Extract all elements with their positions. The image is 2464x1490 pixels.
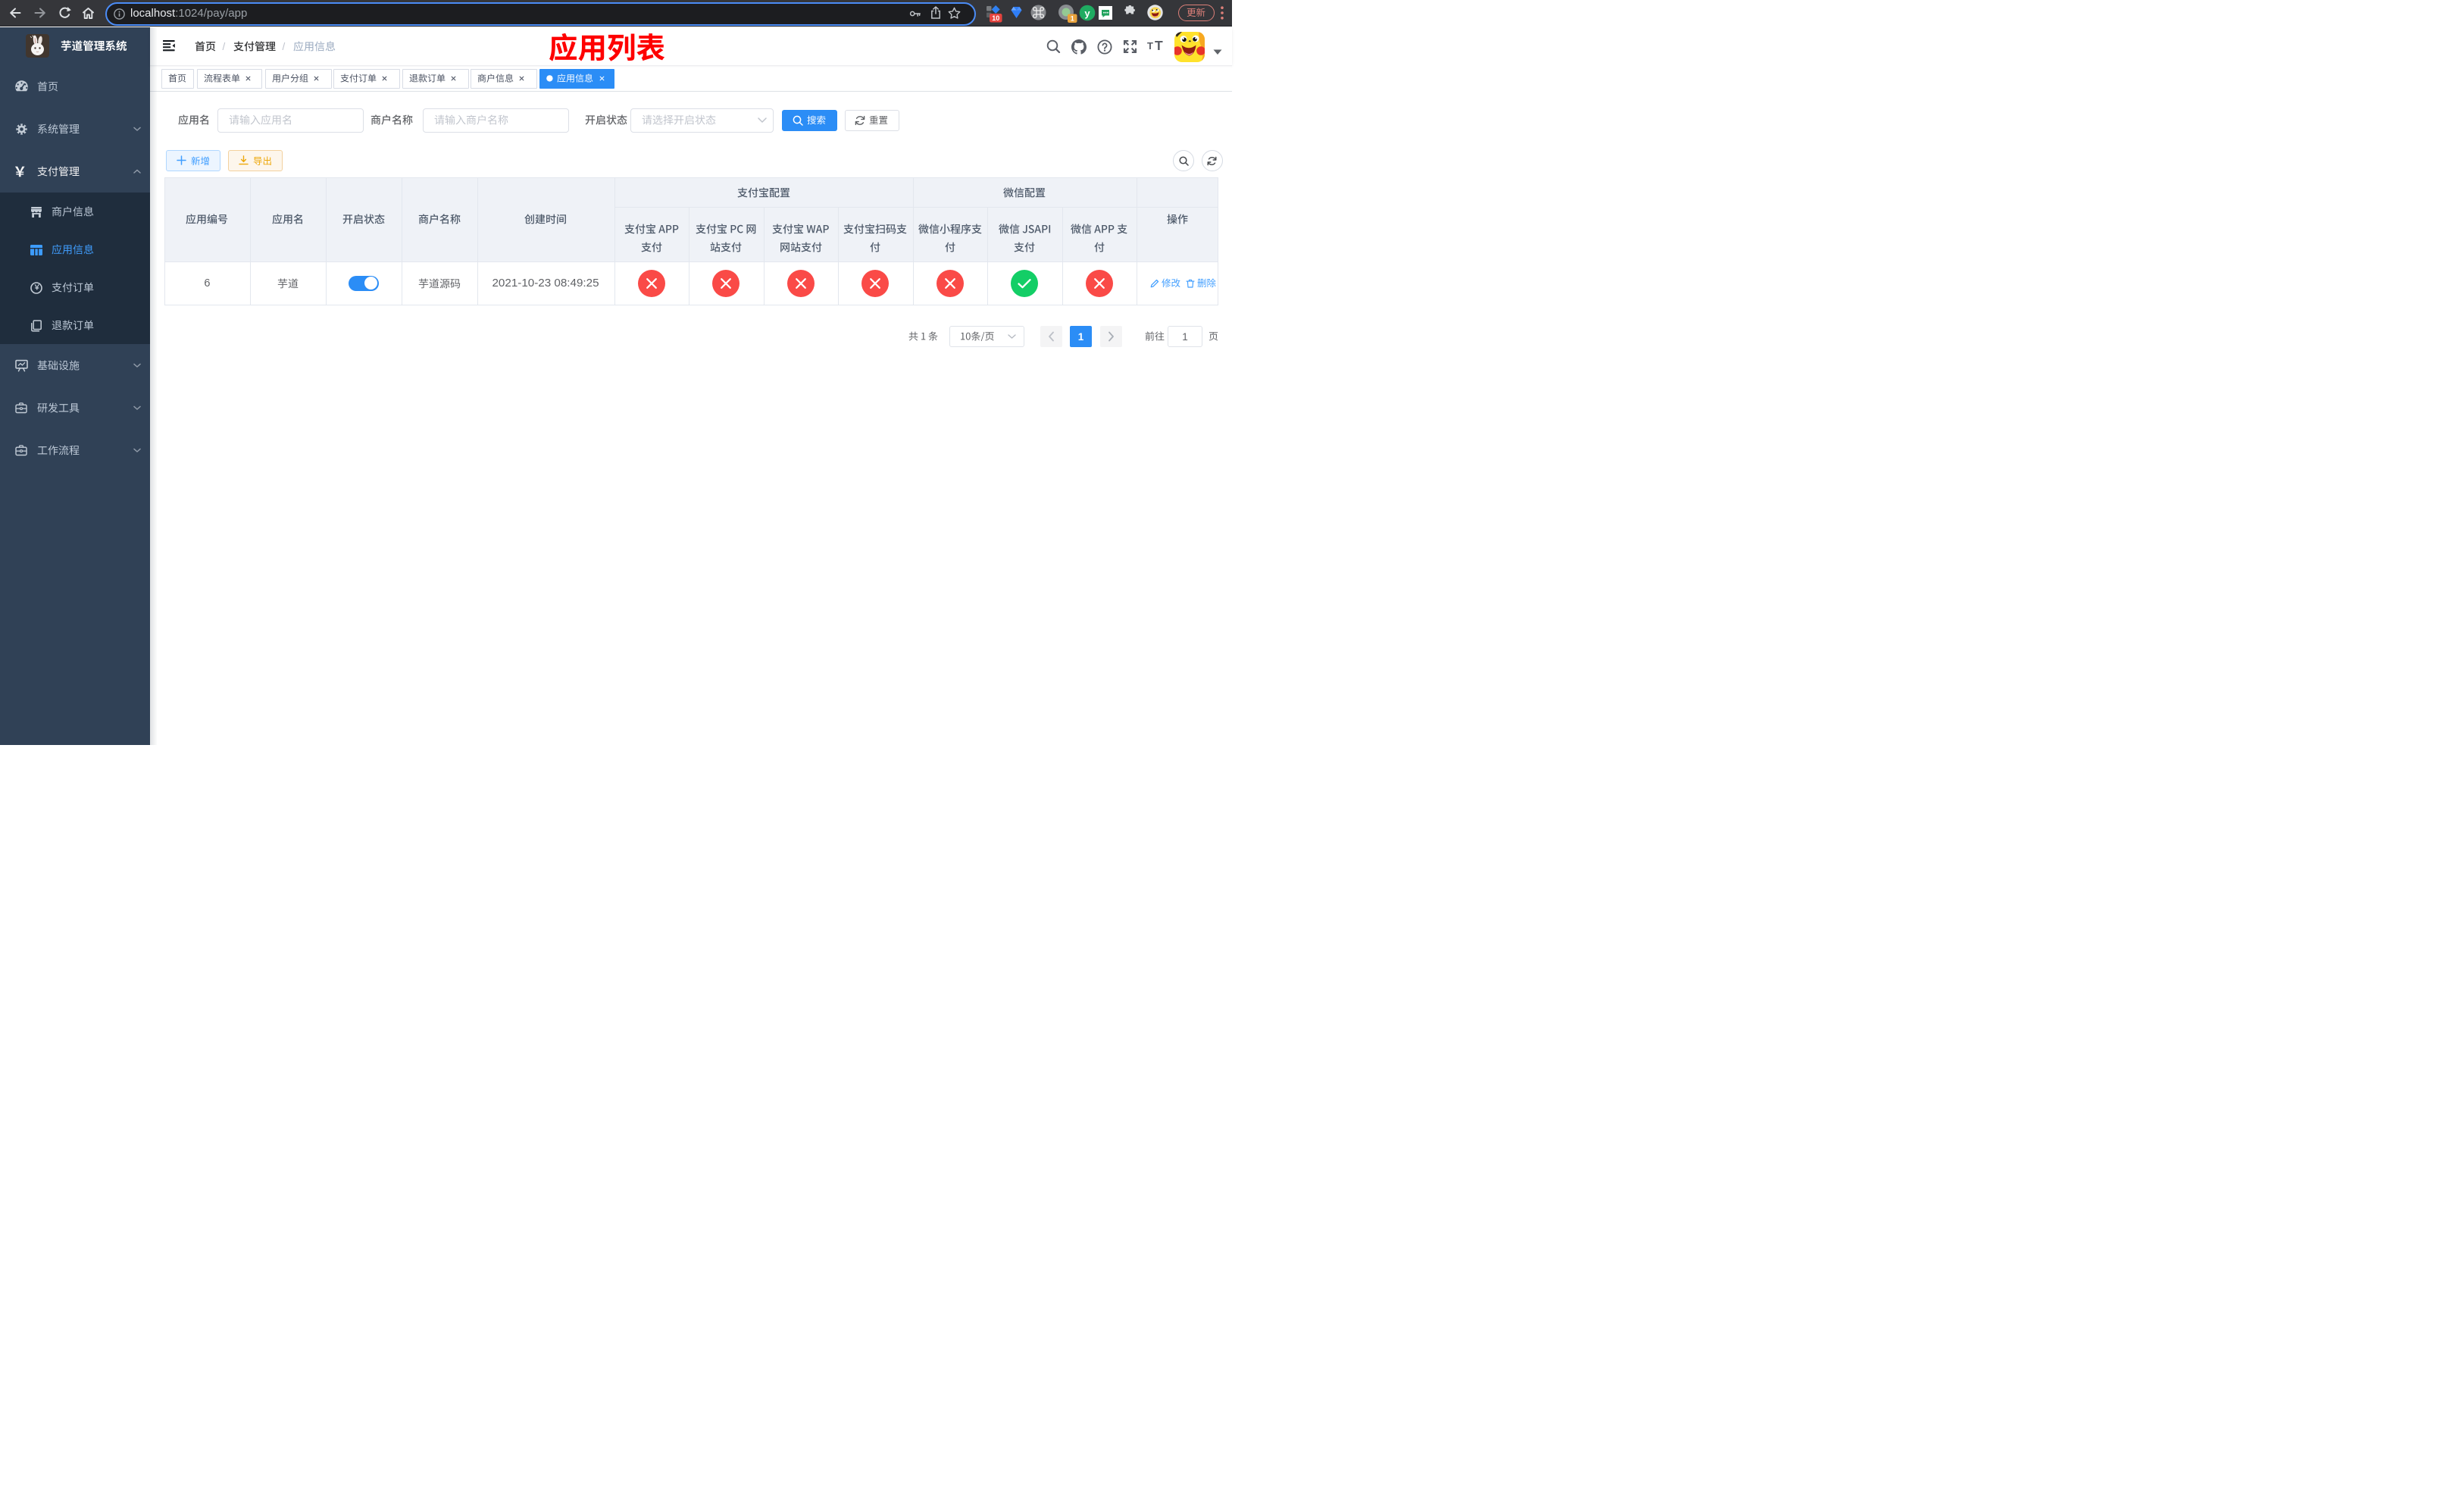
svg-text:1: 1: [1071, 15, 1074, 23]
svg-text:y: y: [1084, 7, 1090, 18]
svg-text:10: 10: [992, 14, 999, 22]
